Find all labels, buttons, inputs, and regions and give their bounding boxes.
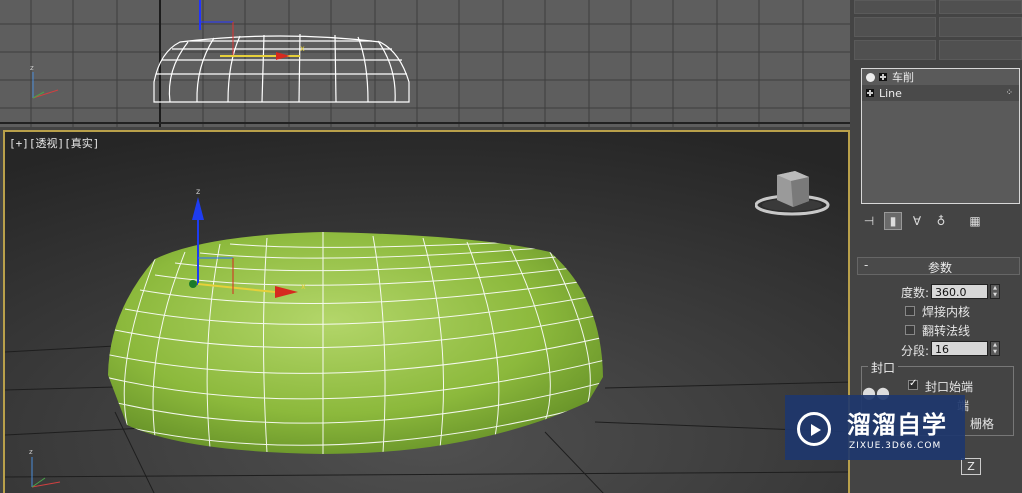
remove-icon[interactable]: ♁ [932,212,950,230]
collapse-icon[interactable]: - [864,258,868,272]
modifier-icon[interactable]: ▮ [884,212,902,230]
segments-input[interactable]: 16 [931,341,988,356]
stack-item-label: 车削 [892,71,914,84]
degrees-spinner[interactable]: 360.0 ▲ ▼ [931,284,1000,299]
play-triangle-icon [811,424,821,436]
axis-tripod-icon: z [30,64,59,99]
flip-normals-label: 翻转法线 [922,324,971,338]
configure-icon[interactable]: ▦ [966,212,984,230]
watermark-subtitle: ZIXUE.3D66.COM [849,441,942,451]
cap-start-checkbox[interactable] [908,378,918,390]
watermark: 溜溜自学 ZIXUE.3D66.COM [785,395,965,460]
front-viewport-grid: x z [0,0,850,127]
panel-button[interactable] [939,40,1022,60]
panel-button[interactable] [854,40,936,60]
weld-core-checkbox[interactable] [905,306,915,316]
svg-text:z: z [196,187,200,196]
capping-legend: 封口 [868,359,899,376]
svg-text:z: z [29,448,33,456]
vertex-dots-icon: ⁘ [1005,88,1013,98]
svg-text:x: x [301,282,306,291]
parameters-rollout-header[interactable]: - 参数 [857,257,1020,275]
segments-spinner[interactable]: 16 ▲ ▼ [931,341,1000,356]
grid-label: 栅格 [970,417,995,431]
watermark-title: 溜溜自学 [847,411,947,439]
modifier-stack: 车削 Line ⁘ [861,68,1020,204]
stack-item-label: Line [879,86,902,100]
z-axis-button[interactable]: Z [961,458,981,475]
bulb-icon[interactable] [866,72,875,82]
stack-item-line[interactable]: Line ⁘ [862,85,1019,101]
stack-toolbar: ⊣ ▮ ∀ ♁ ▦ [860,210,1020,232]
panel-button[interactable] [939,17,1022,37]
perspective-viewport[interactable]: z x z [+][透视][真实] [3,130,850,493]
flip-normals-checkbox[interactable] [905,325,915,335]
rollout-title: 参数 [928,261,953,275]
panel-button[interactable] [854,0,936,14]
view-cube-icon[interactable] [755,167,831,219]
cap-start-label: 封口始端 [925,380,974,394]
svg-text:x: x [300,44,305,53]
svg-text:z: z [30,64,34,72]
segments-label: 分段: [901,344,930,358]
panel-button[interactable] [854,17,936,37]
dome-wireframe-front [153,33,410,103]
degrees-label: 度数: [901,286,930,300]
expand-icon[interactable] [879,73,887,81]
spinner-arrows-icon[interactable]: ▲ ▼ [990,284,1000,299]
spinner-arrows-icon[interactable]: ▲ ▼ [990,341,1000,356]
funnel-icon[interactable]: ∀ [908,212,926,230]
perspective-scene: z x z [5,132,848,493]
pin-icon[interactable]: ⊣ [860,212,878,230]
degrees-input[interactable]: 360.0 [931,284,988,299]
lathe-dome-mesh [108,232,603,454]
expand-icon[interactable] [866,89,874,97]
viewport-label[interactable]: [+][透视][真实] [9,135,99,151]
weld-core-label: 焊接内核 [922,305,971,319]
panel-button[interactable] [939,0,1022,14]
stack-item-lathe[interactable]: 车削 [862,69,1019,85]
front-viewport[interactable]: x z [0,0,850,127]
